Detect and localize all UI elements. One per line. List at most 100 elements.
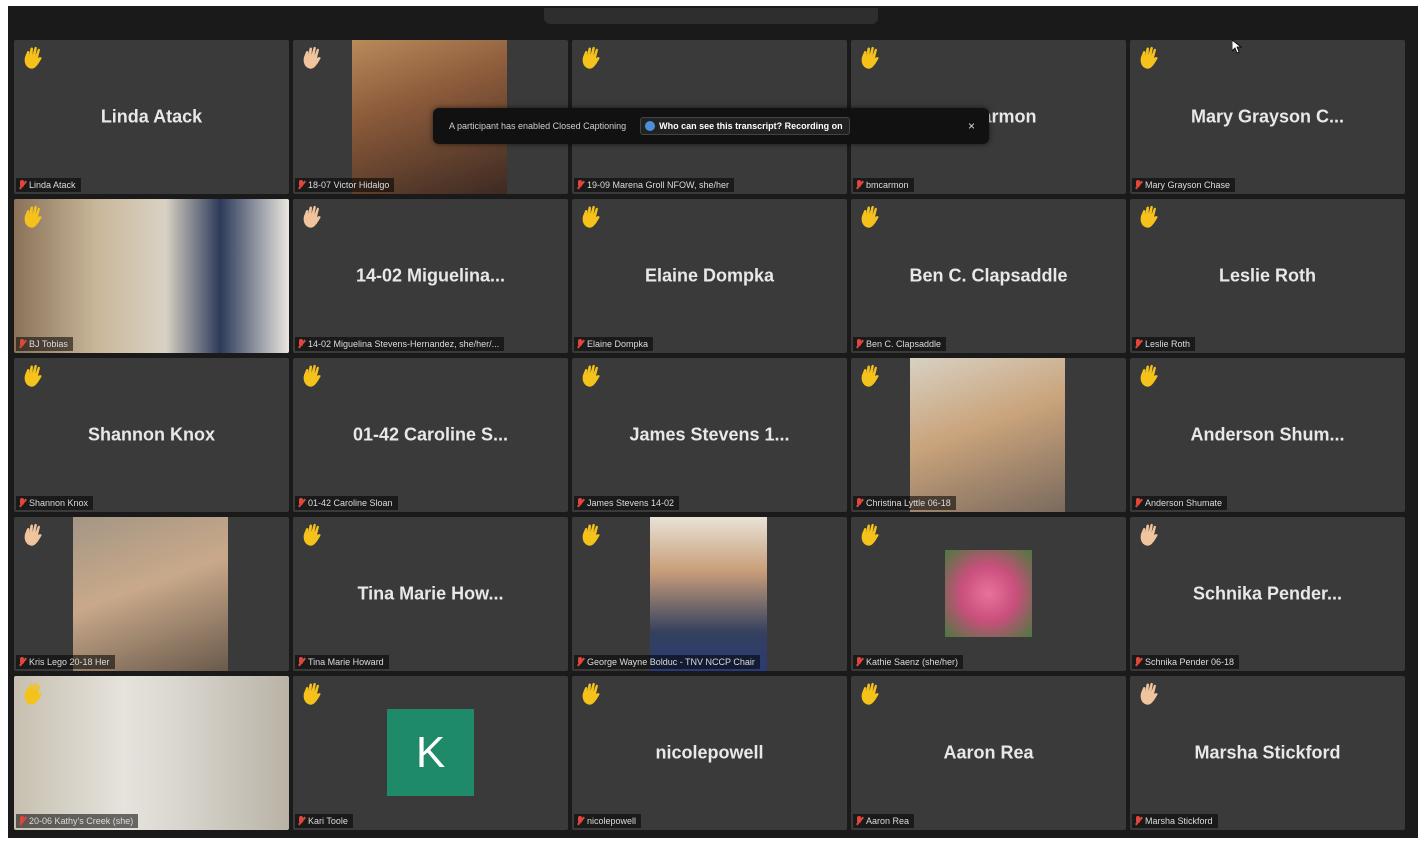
- nameplate-label: Mary Grayson Chase: [1145, 180, 1231, 190]
- participant-tile[interactable]: Kathie Saenz (she/her): [851, 517, 1126, 671]
- participant-tile[interactable]: Kris Lego 20-18 Her: [14, 517, 289, 671]
- raised-hand-icon: [582, 682, 600, 705]
- muted-mic-icon: [1134, 339, 1142, 349]
- raised-hand-icon: [24, 364, 42, 387]
- muted-mic-icon: [1134, 498, 1142, 508]
- participant-nameplate: BJ Tobias: [16, 337, 73, 351]
- participant-tile[interactable]: Shannon Knox Shannon Knox: [14, 358, 289, 512]
- participant-display-name: nicolepowell: [655, 742, 764, 763]
- participant-display-name: 01-42 Caroline S...: [352, 424, 509, 445]
- raised-hand-icon: [24, 682, 42, 705]
- participant-tile[interactable]: Tina Marie How... Tina Marie Howard: [293, 517, 568, 671]
- nameplate-label: Shannon Knox: [29, 498, 89, 508]
- muted-mic-icon: [18, 339, 26, 349]
- raised-hand-icon: [303, 205, 321, 228]
- nameplate-label: George Wayne Bolduc - TNV NCCP Chair: [587, 657, 755, 667]
- participant-tile[interactable]: Christina Lyttle 06-18: [851, 358, 1126, 512]
- raised-hand-icon: [861, 46, 879, 69]
- participant-display-name: Mary Grayson C...: [1190, 106, 1345, 127]
- raised-hand-icon: [861, 364, 879, 387]
- muted-mic-icon: [297, 816, 305, 826]
- muted-mic-icon: [576, 498, 584, 508]
- muted-mic-icon: [1134, 816, 1142, 826]
- raised-hand-icon: [1140, 46, 1158, 69]
- participant-tile[interactable]: 01-42 Caroline S... 01-42 Caroline Sloan: [293, 358, 568, 512]
- nameplate-label: James Stevens 14-02: [587, 498, 675, 508]
- muted-mic-icon: [1134, 657, 1142, 667]
- participant-tile[interactable]: Leslie Roth Leslie Roth: [1130, 199, 1405, 353]
- raised-hand-icon: [303, 364, 321, 387]
- muted-mic-icon: [1134, 180, 1142, 190]
- participant-tile[interactable]: Mary Grayson C... Mary Grayson Chase: [1130, 40, 1405, 194]
- transcript-info-label: Who can see this transcript? Recording o…: [659, 121, 843, 131]
- nameplate-label: 19-09 Marena Groll NFOW, she/her: [587, 180, 730, 190]
- participant-tile[interactable]: BJ Tobias: [14, 199, 289, 353]
- participant-nameplate: Leslie Roth: [1132, 337, 1196, 351]
- nameplate-label: 01-42 Caroline Sloan: [308, 498, 393, 508]
- participant-nameplate: Kari Toole: [295, 814, 353, 828]
- participant-nameplate: Kris Lego 20-18 Her: [16, 655, 115, 669]
- participant-tile[interactable]: Linda Atack Linda Atack: [14, 40, 289, 194]
- participant-tile[interactable]: K Kari Toole: [293, 676, 568, 830]
- participant-tile[interactable]: George Wayne Bolduc - TNV NCCP Chair: [572, 517, 847, 671]
- participant-tile[interactable]: 14-02 Miguelina... 14-02 Miguelina Steven…: [293, 199, 568, 353]
- participant-tile[interactable]: Ben C. Clapsaddle Ben C. Clapsaddle: [851, 199, 1126, 353]
- nameplate-label: Kari Toole: [308, 816, 348, 826]
- participant-display-name: Aaron Rea: [943, 742, 1034, 763]
- close-icon[interactable]: ×: [968, 119, 975, 133]
- transcript-info-button[interactable]: Who can see this transcript? Recording o…: [640, 117, 850, 135]
- muted-mic-icon: [855, 816, 863, 826]
- nameplate-label: 20-06 Kathy's Creek (she): [29, 816, 134, 826]
- raised-hand-icon: [861, 682, 879, 705]
- participant-nameplate: nicolepowell: [574, 814, 642, 828]
- participant-nameplate: 01-42 Caroline Sloan: [295, 496, 398, 510]
- participant-tile[interactable]: James Stevens 1... James Stevens 14-02: [572, 358, 847, 512]
- participant-tile[interactable]: Elaine Dompka Elaine Dompka: [572, 199, 847, 353]
- muted-mic-icon: [18, 498, 26, 508]
- nameplate-label: Marsha Stickford: [1145, 816, 1213, 826]
- raised-hand-icon: [1140, 682, 1158, 705]
- raised-hand-icon: [24, 523, 42, 546]
- nameplate-label: Linda Atack: [29, 180, 76, 190]
- raised-hand-icon: [1140, 523, 1158, 546]
- nameplate-label: Aaron Rea: [866, 816, 910, 826]
- view-toolbar[interactable]: [544, 8, 878, 24]
- avatar: K: [387, 709, 474, 796]
- raised-hand-icon: [861, 205, 879, 228]
- participant-display-name: Elaine Dompka: [644, 265, 775, 286]
- nameplate-label: Tina Marie Howard: [308, 657, 384, 667]
- raised-hand-icon: [861, 523, 879, 546]
- nameplate-label: Kris Lego 20-18 Her: [29, 657, 110, 667]
- participant-video: [14, 676, 289, 830]
- info-icon: [645, 121, 656, 131]
- participant-tile[interactable]: Aaron Rea Aaron Rea: [851, 676, 1126, 830]
- participant-display-name: Ben C. Clapsaddle: [909, 265, 1068, 286]
- muted-mic-icon: [297, 498, 305, 508]
- nameplate-label: Christina Lyttle 06-18: [866, 498, 951, 508]
- closed-caption-banner: A participant has enabled Closed Caption…: [433, 108, 989, 144]
- raised-hand-icon: [303, 523, 321, 546]
- mouse-cursor-icon: [1232, 40, 1242, 54]
- participant-display-name: Shannon Knox: [88, 424, 215, 445]
- participant-tile[interactable]: 20-06 Kathy's Creek (she): [14, 676, 289, 830]
- participant-nameplate: 20-06 Kathy's Creek (she): [16, 814, 139, 828]
- participant-video: [945, 550, 1032, 637]
- muted-mic-icon: [18, 657, 26, 667]
- participant-display-name: James Stevens 1...: [629, 424, 790, 445]
- muted-mic-icon: [576, 657, 584, 667]
- nameplate-label: 14-02 Miguelina Stevens-Hernandez, she/h…: [308, 339, 500, 349]
- muted-mic-icon: [18, 180, 26, 190]
- participant-tile[interactable]: nicolepowell nicolepowell: [572, 676, 847, 830]
- cc-message: A participant has enabled Closed Caption…: [449, 121, 627, 131]
- participant-nameplate: bmcarmon: [853, 178, 914, 192]
- muted-mic-icon: [855, 498, 863, 508]
- participant-tile[interactable]: Marsha Stickford Marsha Stickford: [1130, 676, 1405, 830]
- participant-nameplate: Marsha Stickford: [1132, 814, 1218, 828]
- muted-mic-icon: [297, 657, 305, 667]
- meeting-window: Linda Atack Linda Atack 18-07 Victor Hidal…: [8, 6, 1418, 838]
- participant-tile[interactable]: Anderson Shum... Anderson Shumate: [1130, 358, 1405, 512]
- participant-nameplate: Shannon Knox: [16, 496, 94, 510]
- participant-nameplate: Christina Lyttle 06-18: [853, 496, 956, 510]
- participant-tile[interactable]: Schnika Pender... Schnika Pender 06-18: [1130, 517, 1405, 671]
- nameplate-label: Kathie Saenz (she/her): [866, 657, 959, 667]
